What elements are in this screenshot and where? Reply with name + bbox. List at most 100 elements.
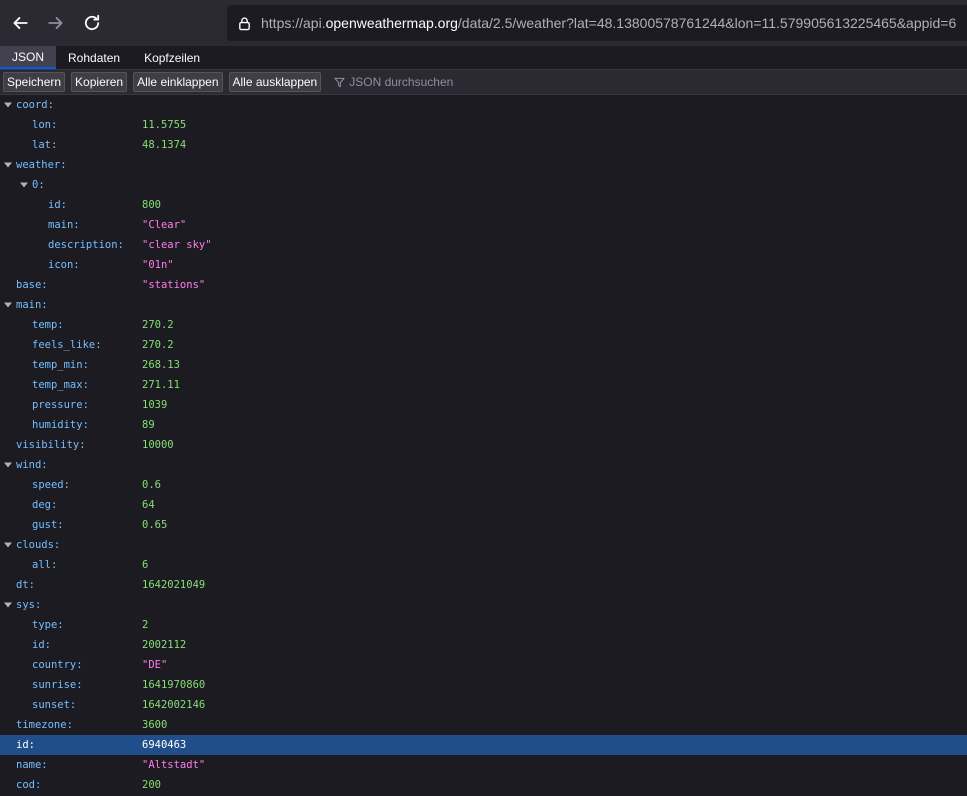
json-key: sunrise: — [32, 679, 83, 691]
browser-navbar: https://api.openweathermap.org/data/2.5/… — [0, 0, 967, 46]
collapse-all-button[interactable]: Alle einklappen — [133, 72, 223, 92]
tab-json[interactable]: JSON — [0, 46, 57, 69]
back-button[interactable] — [6, 9, 34, 37]
json-row[interactable]: sunrise: 1641970860 — [0, 675, 967, 695]
json-row[interactable]: country: "DE" — [0, 655, 967, 675]
json-row[interactable]: lat: 48.1374 — [0, 135, 967, 155]
arrow-left-icon — [13, 17, 28, 29]
json-key: id: — [48, 199, 67, 211]
json-key: temp_max: — [32, 379, 89, 391]
json-value: 2 — [142, 619, 149, 631]
json-row[interactable]: 0: — [0, 175, 967, 195]
json-row[interactable]: main: — [0, 295, 967, 315]
expand-toggle-icon[interactable] — [3, 535, 13, 555]
json-row[interactable]: name: "Altstadt" — [0, 755, 967, 775]
tab-headers[interactable]: Kopfzeilen — [132, 46, 212, 69]
json-value: 800 — [142, 199, 161, 211]
json-value: 271.11 — [142, 379, 180, 391]
json-key: lat: — [32, 139, 58, 151]
url-bar[interactable]: https://api.openweathermap.org/data/2.5/… — [227, 5, 967, 41]
json-row[interactable]: all: 6 — [0, 555, 967, 575]
json-key: lon: — [32, 119, 58, 131]
expand-toggle-icon[interactable] — [3, 95, 13, 115]
json-value: "Altstadt" — [142, 759, 206, 771]
json-row[interactable]: gust: 0.65 — [0, 515, 967, 535]
expand-toggle-icon[interactable] — [3, 595, 13, 615]
lock-icon[interactable] — [227, 16, 261, 31]
json-row[interactable]: id: 2002112 — [0, 635, 967, 655]
json-row[interactable]: type: 2 — [0, 615, 967, 635]
json-value: 0.6 — [142, 479, 161, 491]
json-row[interactable]: base: "stations" — [0, 275, 967, 295]
json-value: 1641970860 — [142, 679, 206, 691]
expand-toggle-icon[interactable] — [3, 455, 13, 475]
url-text[interactable]: https://api.openweathermap.org/data/2.5/… — [261, 15, 956, 31]
json-key: description: — [48, 239, 124, 251]
json-row[interactable]: dt: 1642021049 — [0, 575, 967, 595]
json-row[interactable]: id: 6940463 — [0, 735, 967, 755]
json-value: 1642021049 — [142, 579, 206, 591]
json-row[interactable]: feels_like: 270.2 — [0, 335, 967, 355]
json-row[interactable]: visibility: 10000 — [0, 435, 967, 455]
json-key: wind: — [16, 459, 48, 471]
json-row[interactable]: humidity: 89 — [0, 415, 967, 435]
json-key: temp: — [32, 319, 64, 331]
json-row[interactable]: icon: "01n" — [0, 255, 967, 275]
json-value: 6 — [142, 559, 149, 571]
copy-button[interactable]: Kopieren — [71, 72, 128, 92]
json-row[interactable]: weather: — [0, 155, 967, 175]
json-value: 200 — [142, 779, 161, 791]
json-filter-placeholder: JSON durchsuchen — [349, 75, 454, 89]
json-key: sunset: — [32, 699, 77, 711]
json-value: 2002112 — [142, 639, 187, 651]
json-key: humidity: — [32, 419, 89, 431]
json-row[interactable]: sys: — [0, 595, 967, 615]
json-value: 11.5755 — [142, 119, 187, 131]
json-value: 1039 — [142, 399, 168, 411]
json-value: 89 — [142, 419, 155, 431]
expand-all-button[interactable]: Alle ausklappen — [228, 72, 322, 92]
expand-toggle-icon[interactable] — [3, 295, 13, 315]
json-row[interactable]: clouds: — [0, 535, 967, 555]
json-key: visibility: — [16, 439, 86, 451]
url-host: openweathermap.org — [325, 15, 458, 31]
json-value: "Clear" — [142, 219, 187, 231]
json-row[interactable]: timezone: 3600 — [0, 715, 967, 735]
json-row[interactable]: speed: 0.6 — [0, 475, 967, 495]
json-row[interactable]: lon: 11.5755 — [0, 115, 967, 135]
json-value: "01n" — [142, 259, 174, 271]
json-row[interactable]: main: "Clear" — [0, 215, 967, 235]
expand-toggle-icon[interactable] — [19, 175, 29, 195]
json-row[interactable]: cod: 200 — [0, 775, 967, 795]
json-value: 270.2 — [142, 319, 174, 331]
json-value: 64 — [142, 499, 155, 511]
json-row[interactable]: temp_min: 268.13 — [0, 355, 967, 375]
json-key: dt: — [16, 579, 35, 591]
json-row[interactable]: deg: 64 — [0, 495, 967, 515]
filter-icon — [334, 77, 345, 87]
json-row[interactable]: temp_max: 271.11 — [0, 375, 967, 395]
json-row[interactable]: coord: — [0, 95, 967, 115]
tab-raw-data[interactable]: Rohdaten — [56, 46, 132, 69]
reload-button[interactable] — [78, 9, 106, 37]
save-button[interactable]: Speichern — [3, 72, 66, 92]
json-row[interactable]: wind: — [0, 455, 967, 475]
json-row[interactable]: pressure: 1039 — [0, 395, 967, 415]
forward-button[interactable] — [42, 9, 70, 37]
json-key: 0: — [32, 179, 45, 191]
json-key: timezone: — [16, 719, 73, 731]
json-key: name: — [16, 759, 48, 771]
arrow-right-icon — [48, 17, 63, 29]
json-row[interactable]: temp: 270.2 — [0, 315, 967, 335]
json-row[interactable]: id: 800 — [0, 195, 967, 215]
json-key: main: — [48, 219, 80, 231]
json-key: sys: — [16, 599, 42, 611]
json-row[interactable]: sunset: 1642002146 — [0, 695, 967, 715]
json-value: 270.2 — [142, 339, 174, 351]
json-key: id: — [16, 739, 35, 751]
json-filter[interactable]: JSON durchsuchen — [334, 75, 453, 89]
json-row[interactable]: description: "clear sky" — [0, 235, 967, 255]
json-key: temp_min: — [32, 359, 89, 371]
expand-toggle-icon[interactable] — [3, 155, 13, 175]
json-key: icon: — [48, 259, 80, 271]
